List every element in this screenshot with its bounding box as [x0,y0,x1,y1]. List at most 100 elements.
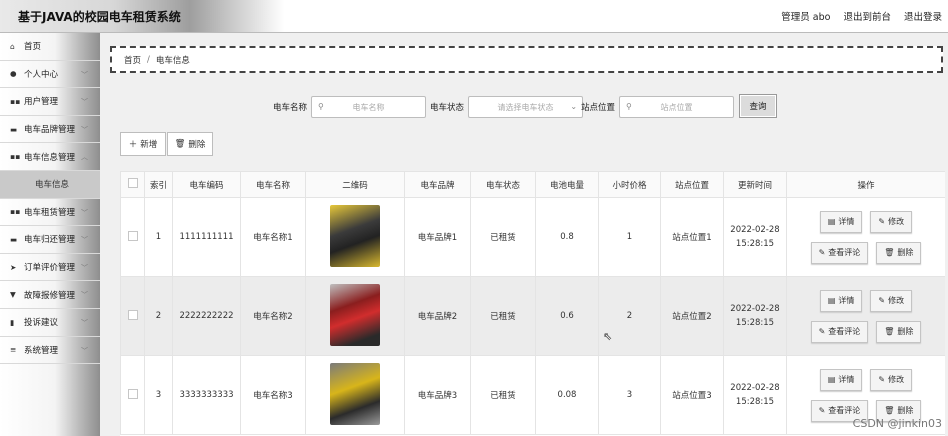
vehicle-table: 索引 电车编码 电车名称 二维码 电车品牌 电车状态 电池电量 小时价格 站点位… [120,171,945,436]
table-row: 2 2222222222 电车名称2 电车品牌2 已租赁 0.6 2 站点位置2… [120,276,945,356]
vehicle-name-placeholder: 电车名称 [352,102,385,112]
search-status-group: 电车状态 请选择电车状态 ⌄ [430,96,584,118]
sidebar-item-label: 电车归还管理 [24,235,76,246]
cell-index: 1 [144,197,173,277]
vehicle-image[interactable] [330,283,380,346]
sidebar-item-label: 首页 [24,42,42,53]
home-icon: ⌂ [10,41,15,51]
sidebar-item-reviews[interactable]: ➤ 订单评价管理 ﹀ [0,254,100,282]
column-header: 操作 [786,171,945,198]
sidebar-item-users[interactable]: ▪▪ 用户管理 ﹀ [0,88,100,116]
cell-price: 1 [598,197,661,277]
user-icon: ● [10,69,17,79]
vehicle-image[interactable] [330,362,380,425]
sidebar-item-returns[interactable]: ▬ 电车归还管理 ﹀ [0,226,100,254]
cell-status: 已租赁 [470,197,536,277]
edit-button[interactable]: ✎ 修改 [870,368,913,391]
select-all-checkbox[interactable] [127,178,138,188]
search-location-group: 站点位置 ⚲ 站点位置 [581,96,735,118]
pencil-icon: ✎ [818,248,826,257]
search-location-label: 站点位置 [581,103,616,113]
admin-label: 管理员 abo [781,12,831,23]
pencil-icon: ✎ [818,406,826,415]
breadcrumb: 首页 / 电车信息 [110,46,943,73]
sidebar-item-system[interactable]: ≡ 系统管理 ﹀ [0,337,100,365]
view-reviews-label: 查看评论 [828,406,861,415]
column-header: 二维码 [305,171,405,198]
add-button-label: 新增 [140,140,158,150]
add-button[interactable]: ＋ 新增 [120,132,166,156]
main-content: 首页 / 电车信息 电车名称 ⚲ 电车名称 电车状态 请选择电车状态 ⌄ 站点位… [100,33,948,436]
view-reviews-button[interactable]: ✎ 查看评论 [810,241,869,264]
cell-index: 2 [144,276,173,356]
pencil-icon: ✎ [818,327,826,336]
breadcrumb-separator: / [147,54,150,65]
sidebar-item-home[interactable]: ⌂ 首页 [0,33,100,61]
vehicle-name-input[interactable]: ⚲ 电车名称 [311,96,427,118]
cell-battery: 0.08 [535,355,599,435]
detail-label: 详情 [838,217,855,226]
table-header: 索引 电车编码 电车名称 二维码 电车品牌 电车状态 电池电量 小时价格 站点位… [120,171,945,198]
breadcrumb-home[interactable]: 首页 [124,54,141,66]
sidebar-item-brands[interactable]: ▬ 电车品牌管理 ﹀ [0,116,100,144]
column-header: 电车编码 [172,171,241,198]
delete-button[interactable]: 🗑 删除 [876,320,922,343]
header-actions: 管理员 abo 退出到前台 退出登录 [781,9,942,23]
column-header: 索引 [144,171,173,198]
row-checkbox[interactable] [127,388,138,399]
edit-button[interactable]: ✎ 修改 [870,210,913,233]
location-input[interactable]: ⚲ 站点位置 [619,96,735,118]
vehicle-image[interactable] [330,204,380,267]
detail-button[interactable]: ▤ 详情 [819,210,863,233]
vehicle-status-placeholder: 请选择电车状态 [497,102,554,112]
pencil-icon: ✎ [878,296,886,305]
delete-button[interactable]: 🗑 删除 [876,241,922,264]
sidebar-subitem-vehicle-info[interactable]: 电车信息 [0,170,100,199]
trash-icon: 🗑 [884,327,895,336]
query-button[interactable]: 查询 [739,94,777,118]
list-icon: ≡ [10,345,17,355]
cell-qrcode [305,355,405,435]
monitor-icon: ▬ [10,234,18,244]
sidebar-item-rentals[interactable]: ▪▪ 电车租赁管理 ﹀ [0,199,100,227]
to-front-link[interactable]: 退出到前台 [843,9,891,23]
breadcrumb-current: 电车信息 [155,55,190,66]
watermark: CSDN @jinkin03 [852,417,942,430]
sidebar-item-profile[interactable]: ● 个人中心 ﹀ [0,61,100,89]
row-checkbox[interactable] [127,309,138,320]
cell-battery: 0.6 [535,276,599,356]
sidebar-item-label: 投诉建议 [24,318,59,329]
cell-code: 3333333333 [172,355,241,435]
sidebar-item-label: 个人中心 [24,69,59,80]
sidebar-item-vehicle-info-mgmt[interactable]: ▪▪ 电车信息管理 ︿ [0,143,100,171]
top-header: 基于JAVA的校园电车租赁系统 管理员 abo 退出到前台 退出登录 [0,0,948,33]
cell-updated-time: 2022-02-28 15:28:15 [723,276,787,356]
cell-actions: ▤ 详情 ✎ 修改 ✎ 查看评论 🗑 删除 [786,276,945,356]
search-name-group: 电车名称 ⚲ 电车名称 [273,96,427,118]
detail-button[interactable]: ▤ 详情 [819,289,863,312]
sidebar-item-label: 用户管理 [24,97,59,108]
search-status-label: 电车状态 [430,103,465,113]
batch-delete-button[interactable]: 🗑 删除 [167,132,213,156]
view-reviews-button[interactable]: ✎ 查看评论 [810,320,869,343]
detail-label: 详情 [838,296,855,305]
edit-button[interactable]: ✎ 修改 [870,289,913,312]
row-select-cell [120,276,145,356]
chevron-down-icon: ﹀ [81,208,88,217]
column-header: 电车状态 [470,171,536,198]
row-checkbox[interactable] [127,230,138,241]
sidebar-item-repairs[interactable]: ▼ 故障报修管理 ﹀ [0,281,100,309]
app-title: 基于JAVA的校园电车租赁系统 [18,10,181,24]
cell-brand: 电车品牌3 [404,355,471,435]
location-placeholder: 站点位置 [660,102,693,112]
sidebar-item-complaints[interactable]: ▮ 投诉建议 ﹀ [0,309,100,337]
detail-button[interactable]: ▤ 详情 [819,368,863,391]
document-icon: ▤ [827,375,836,384]
cell-updated-time: 2022-02-28 15:28:15 [723,355,787,435]
cell-brand: 电车品牌1 [404,197,471,277]
vehicle-status-select[interactable]: 请选择电车状态 ⌄ [468,96,584,118]
cell-name: 电车名称3 [240,355,306,435]
search-icon: ⚲ [318,102,324,111]
cell-updated-time: 2022-02-28 15:28:15 [723,197,787,277]
logout-link[interactable]: 退出登录 [904,9,942,23]
